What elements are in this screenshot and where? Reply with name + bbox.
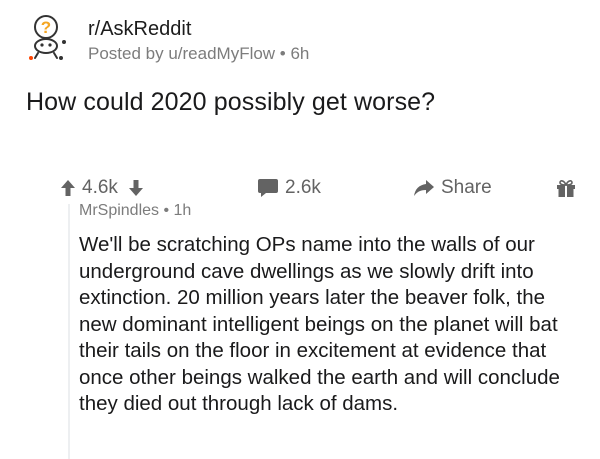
comment-count: 2.6k	[285, 177, 321, 198]
action-bar: 4.6k 2.6k Share	[60, 174, 580, 202]
comment-body: We'll be scratching OPs name into the wa…	[79, 233, 560, 415]
comment-bubble-icon	[258, 179, 278, 197]
comment-author-meta[interactable]: MrSpindles • 1h	[79, 202, 191, 220]
askreddit-snoo-icon[interactable]: ?	[26, 14, 76, 64]
share-button[interactable]: Share	[413, 174, 492, 202]
subreddit-name[interactable]: r/AskReddit	[88, 17, 309, 41]
svg-text:?: ?	[41, 18, 51, 37]
award-button[interactable]	[555, 174, 577, 202]
gift-award-icon	[557, 180, 575, 197]
share-label: Share	[441, 177, 492, 198]
share-arrow-icon	[414, 180, 434, 196]
post-title[interactable]: How could 2020 possibly get worse?	[26, 88, 435, 117]
posted-by: Posted by u/readMyFlow • 6h	[88, 44, 310, 63]
comment-thread-line[interactable]	[68, 204, 70, 459]
downvote-arrow-icon[interactable]	[128, 179, 144, 197]
comments-button[interactable]: 2.6k	[257, 174, 321, 202]
upvote-arrow-icon[interactable]	[60, 179, 76, 197]
vote-group: 4.6k	[60, 174, 144, 202]
post-header: ? r/AskReddit Posted by u/readMyFlow • 6…	[26, 14, 309, 66]
upvote-count: 4.6k	[82, 177, 118, 198]
